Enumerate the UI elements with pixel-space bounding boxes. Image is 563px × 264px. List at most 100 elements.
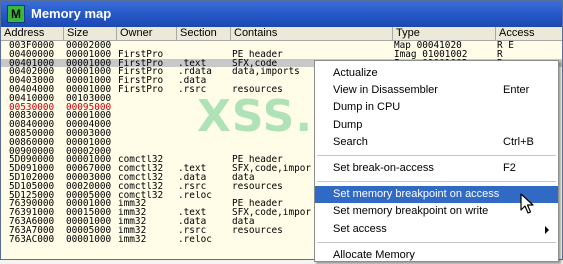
menu-separator <box>317 155 556 156</box>
size-cell: 00067000 <box>66 164 112 174</box>
menu-item-label: Dump in CPU <box>333 101 401 114</box>
address-cell: 5D091000 <box>9 164 55 174</box>
section-cell: .text <box>178 58 207 68</box>
section-cell: .rsrc <box>178 225 207 235</box>
owner-cell: imm32 <box>118 234 147 244</box>
address-cell: 76390000 <box>9 199 55 209</box>
menu-item-dump[interactable]: Dump <box>315 117 558 134</box>
owner-cell: imm32 <box>118 225 147 235</box>
size-cell: 00001000 <box>66 199 112 209</box>
access-cell: R <box>497 49 503 59</box>
context-menu: Actualize View in Disassembler Enter Dump i… <box>314 60 559 262</box>
section-cell: .rsrc <box>178 181 207 191</box>
size-cell: 00002000 <box>66 41 112 50</box>
column-type[interactable]: Type <box>393 27 496 40</box>
section-cell: .data <box>178 216 207 226</box>
size-cell: 00001000 <box>66 67 112 77</box>
column-address[interactable]: Address <box>1 27 64 40</box>
menu-item-actualize[interactable]: Actualize <box>315 65 558 82</box>
address-cell: 5D105000 <box>9 181 55 191</box>
table-row[interactable]: 003F0000 00002000 Map 00041020 R E <box>1 41 562 50</box>
menu-item-label: Set break-on-access <box>333 162 434 174</box>
address-cell: 00404000 <box>9 84 55 94</box>
owner-cell: comctl32 <box>118 172 164 182</box>
menu-item-label: Set access <box>333 222 387 235</box>
section-cell: .text <box>178 208 207 218</box>
address-cell: 00403000 <box>9 76 55 86</box>
size-cell: 00001000 <box>66 49 112 59</box>
address-cell: 00400000 <box>9 49 55 59</box>
address-cell: 00850000 <box>9 128 55 138</box>
menu-item-label: View in Disassembler <box>333 84 438 97</box>
owner-cell: comctl32 <box>118 164 164 174</box>
menu-item-set-access[interactable]: Set access <box>315 221 558 238</box>
column-owner[interactable]: Owner <box>117 27 177 40</box>
section-cell: .text <box>178 164 207 174</box>
owner-cell: imm32 <box>118 208 147 218</box>
menu-item-search[interactable]: Search Ctrl+B <box>315 134 558 151</box>
mouse-cursor-icon <box>520 193 534 214</box>
size-cell: 00004000 <box>66 120 112 130</box>
menu-item-label: Allocate Memory <box>333 248 415 261</box>
address-cell: 00860000 <box>9 137 55 147</box>
column-size[interactable]: Size <box>64 27 117 40</box>
address-cell: 00900000 <box>9 146 55 156</box>
owner-cell: FirstPro <box>118 84 164 94</box>
column-contains[interactable]: Contains <box>231 27 393 40</box>
size-cell: 00001000 <box>66 155 112 165</box>
address-cell: 5D102000 <box>9 172 55 182</box>
address-cell: 00402000 <box>9 67 55 77</box>
size-cell: 00003000 <box>66 172 112 182</box>
owner-cell: FirstPro <box>118 49 164 59</box>
type-cell: Imag 01001002 <box>394 49 468 59</box>
size-cell: 00015000 <box>66 208 112 218</box>
owner-cell: comctl32 <box>118 181 164 191</box>
size-cell: 00020000 <box>66 181 112 191</box>
size-cell: 00001000 <box>66 216 112 226</box>
size-cell: 00001000 <box>66 58 112 68</box>
address-cell: 00410000 <box>9 93 55 103</box>
address-cell: 76391000 <box>9 208 55 218</box>
menu-separator <box>317 241 556 243</box>
size-cell: 00001000 <box>66 137 112 147</box>
menu-item-allocate-memory[interactable]: Allocate Memory <box>315 247 558 264</box>
address-cell: 5D125000 <box>9 190 55 200</box>
section-cell: .rdata <box>178 67 212 77</box>
table-row[interactable]: 00400000 00001000 FirstPro PE header Imag 01… <box>1 49 562 59</box>
address-cell: 00830000 <box>9 111 55 121</box>
type-cell: Map 00041020 <box>394 41 462 50</box>
address-cell: 00530000 <box>9 102 55 112</box>
title-bar[interactable]: M Memory map <box>1 1 562 27</box>
size-cell: 00103000 <box>66 93 112 103</box>
size-cell: 00095000 <box>66 102 112 112</box>
section-cell: .reloc <box>178 190 212 200</box>
address-cell: 763A6000 <box>9 216 55 226</box>
menu-item-label: Set memory breakpoint on access <box>333 188 500 201</box>
address-cell: 763A7000 <box>9 225 55 235</box>
menu-item-view-in-disassembler[interactable]: View in Disassembler Enter <box>315 82 558 99</box>
size-cell: 00005000 <box>66 225 112 235</box>
size-cell: 00005000 <box>66 190 112 200</box>
menu-item-label: Search <box>333 135 368 148</box>
menu-item-shortcut: Ctrl+B <box>503 135 534 148</box>
window-title: Memory map <box>31 6 112 21</box>
section-cell: .data <box>178 76 207 86</box>
column-section[interactable]: Section <box>177 27 231 40</box>
ollydbg-app-icon: M <box>7 5 25 23</box>
owner-cell: FirstPro <box>118 76 164 86</box>
menu-item-set-break-on-access[interactable]: Set break-on-access F2 <box>315 160 558 177</box>
menu-item-label: Set memory breakpoint on write <box>333 205 489 218</box>
menu-item-dump-in-cpu[interactable]: Dump in CPU <box>315 99 558 116</box>
size-cell: 00003000 <box>66 128 112 138</box>
menu-item-label: Dump <box>333 118 363 131</box>
menu-item-label: Actualize <box>333 67 378 79</box>
owner-cell: imm32 <box>118 199 147 209</box>
address-cell: 763AC000 <box>9 234 55 244</box>
column-access[interactable]: Access <box>496 27 562 40</box>
app-icon-letter: M <box>8 6 24 22</box>
owner-cell: comctl32 <box>118 190 164 200</box>
menu-item-shortcut: F2 <box>503 162 516 174</box>
owner-cell: FirstPro <box>118 67 164 77</box>
menu-separator <box>317 181 556 183</box>
address-cell: 00840000 <box>9 120 55 130</box>
